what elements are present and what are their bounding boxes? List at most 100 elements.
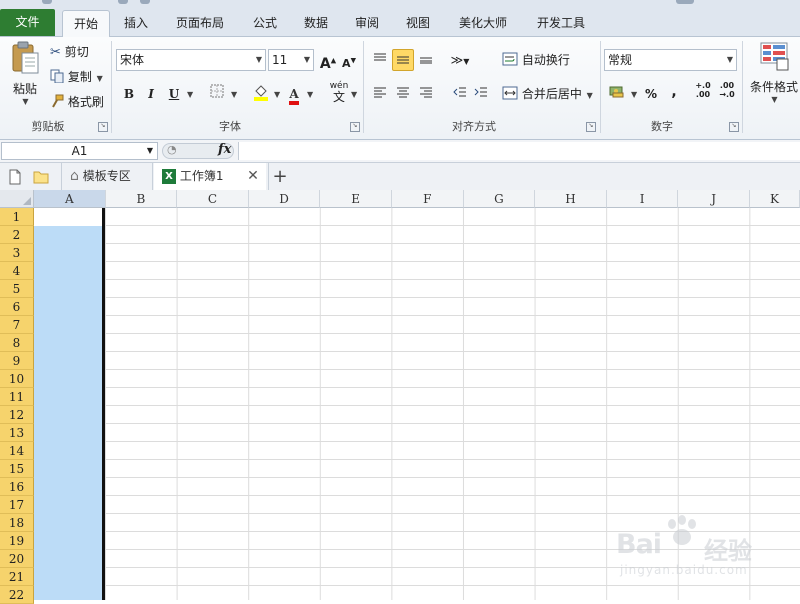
column-header-a[interactable]: A [34,190,106,208]
row-header-3[interactable]: 3 [0,244,34,262]
conditional-format-button[interactable]: 条件格式 ▼ [748,41,800,104]
column-header-e[interactable]: E [320,190,392,208]
column-header-c[interactable]: C [177,190,249,208]
merge-center-button[interactable]: 合并后居中 ▼ [502,85,593,103]
cut-button[interactable]: ✂ 剪切 [50,43,89,60]
dialog-launcher-icon[interactable]: ↘ [98,122,108,132]
column-header-f[interactable]: F [392,190,464,208]
row-header-5[interactable]: 5 [0,280,34,298]
chevron-down-icon[interactable]: ▼ [231,90,237,99]
dialog-launcher-icon[interactable]: ↘ [729,122,739,132]
row-header-1[interactable]: 1 [0,208,34,226]
decrease-decimal-button[interactable]: .00 →.0 [716,81,738,103]
decrease-font-size-button[interactable]: A▼ [338,49,360,71]
copy-button[interactable]: 复制 ▼ [50,68,103,86]
increase-indent-button[interactable] [470,83,492,105]
align-center-button[interactable] [392,83,414,105]
row-header-19[interactable]: 19 [0,532,34,550]
border-button[interactable] [206,83,228,105]
underline-button[interactable]: U [163,83,185,105]
align-top-button[interactable] [369,49,391,71]
column-header-h[interactable]: H [535,190,607,208]
paste-button[interactable]: 粘贴 ▼ [8,41,42,113]
row-header-8[interactable]: 8 [0,334,34,352]
tab-insert[interactable]: 插入 [114,10,158,36]
accounting-format-button[interactable] [606,83,628,105]
decrease-indent-button[interactable] [449,83,471,105]
tab-home[interactable]: 开始 [62,10,110,38]
row-header-4[interactable]: 4 [0,262,34,280]
row-header-16[interactable]: 16 [0,478,34,496]
chevron-down-icon[interactable]: ▼ [274,90,280,99]
row-header-20[interactable]: 20 [0,550,34,568]
select-all-button[interactable] [0,190,34,208]
wrap-text-button[interactable]: 自动换行 [502,51,570,69]
tab-data[interactable]: 数据 [296,10,336,36]
column-header-b[interactable]: B [105,190,178,208]
dialog-launcher-icon[interactable]: ↘ [586,122,596,132]
align-bottom-button[interactable] [415,49,437,71]
close-tab-button[interactable]: ✕ [244,163,262,190]
increase-font-size-button[interactable]: A▲ [317,49,339,72]
row-header-15[interactable]: 15 [0,460,34,478]
chevron-down-icon[interactable]: ▼ [147,143,153,159]
chevron-down-icon[interactable]: ▼ [307,90,313,99]
chevron-down-icon[interactable]: ▼ [631,90,637,99]
tab-developer[interactable]: 开发工具 [528,10,594,36]
row-header-12[interactable]: 12 [0,406,34,424]
tab-view[interactable]: 视图 [398,10,438,36]
percent-style-button[interactable]: % [640,83,662,105]
row-header-2[interactable]: 2 [0,226,34,244]
tab-template-zone[interactable]: ⌂ 模板专区 [61,163,153,190]
name-box[interactable]: A1 ▼ [1,142,158,160]
row-header-22[interactable]: 22 [0,586,34,604]
search-icon[interactable]: ◔ [167,143,177,156]
row-header-6[interactable]: 6 [0,298,34,316]
row-header-10[interactable]: 10 [0,370,34,388]
chevron-down-icon[interactable]: ▼ [351,90,357,99]
font-name-select[interactable]: 宋体 ▼ [116,49,266,71]
align-middle-button[interactable] [392,49,414,71]
align-right-button[interactable] [415,83,437,105]
quick-access-icon[interactable] [118,0,128,4]
tab-page-layout[interactable]: 页面布局 [168,10,232,36]
new-document-button[interactable] [8,163,26,190]
tab-review[interactable]: 审阅 [347,10,387,36]
comma-style-button[interactable]: , [663,81,685,103]
number-format-select[interactable]: 常规 ▼ [604,49,737,71]
row-header-13[interactable]: 13 [0,424,34,442]
tab-formulas[interactable]: 公式 [244,10,286,36]
phonetic-guide-button[interactable]: wén 文 [326,81,352,103]
row-header-7[interactable]: 7 [0,316,34,334]
align-left-button[interactable] [369,83,391,105]
formula-input[interactable] [238,142,800,160]
tab-file[interactable]: 文件 [0,9,55,36]
row-header-21[interactable]: 21 [0,568,34,586]
row-header-14[interactable]: 14 [0,442,34,460]
increase-decimal-button[interactable]: +.0 .00 [692,81,714,103]
row-header-11[interactable]: 11 [0,388,34,406]
column-header-k[interactable]: K [750,190,800,208]
fill-color-button[interactable] [250,83,272,105]
column-header-i[interactable]: I [606,190,679,208]
chevron-down-icon[interactable]: ▼ [187,90,193,99]
new-tab-button[interactable]: + [268,163,291,190]
column-header-j[interactable]: J [678,190,750,208]
insert-function-button[interactable]: fx [218,142,231,157]
orientation-button[interactable]: ≫▼ [449,49,471,71]
format-painter-button[interactable]: 格式刷 [50,93,104,111]
row-header-18[interactable]: 18 [0,514,34,532]
font-color-button[interactable]: A [283,83,305,105]
quick-access-icon[interactable] [42,0,52,4]
dialog-launcher-icon[interactable]: ↘ [350,122,360,132]
bold-button[interactable]: B [118,83,140,105]
row-header-17[interactable]: 17 [0,496,34,514]
font-size-select[interactable]: 11 ▼ [268,49,314,71]
column-header-d[interactable]: D [248,190,321,208]
quick-access-icon[interactable] [140,0,150,4]
column-header-g[interactable]: G [463,190,536,208]
open-folder-button[interactable] [33,163,51,190]
italic-button[interactable]: I [140,83,162,105]
tab-beautify[interactable]: 美化大师 [450,10,516,36]
row-header-9[interactable]: 9 [0,352,34,370]
